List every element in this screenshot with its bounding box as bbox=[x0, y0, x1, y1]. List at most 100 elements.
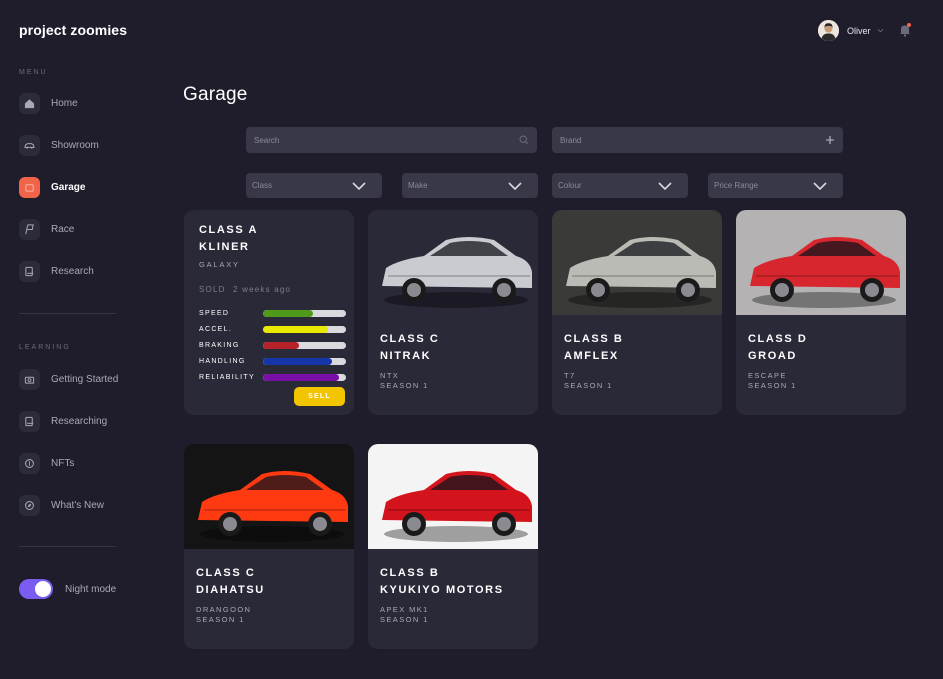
car-name: KYUKIYO MOTORS bbox=[380, 584, 504, 596]
app-logo[interactable]: project zoomies bbox=[19, 22, 127, 38]
stat-fill bbox=[263, 325, 328, 333]
night-mode-label: Night mode bbox=[65, 584, 117, 595]
compass-icon bbox=[19, 494, 40, 516]
car-model: NTX bbox=[380, 371, 400, 380]
sidebar-item-showroom[interactable]: Showroom bbox=[19, 134, 99, 156]
car-card[interactable]: CLASS B AMFLEX T7 SEASON 1 bbox=[552, 210, 722, 415]
chevron-down-icon bbox=[352, 181, 366, 190]
stat-fill bbox=[263, 309, 313, 317]
colour-select-label: Colour bbox=[558, 181, 582, 190]
sidebar-item-label: Home bbox=[51, 97, 78, 109]
stat-braking: BRAKING bbox=[199, 337, 354, 353]
flag-icon bbox=[19, 218, 40, 240]
car-illustration bbox=[750, 237, 900, 308]
car-class: CLASS D bbox=[748, 333, 808, 345]
user-name: Oliver bbox=[847, 25, 871, 36]
price-range-select[interactable]: Price Range bbox=[708, 173, 843, 198]
stat-speed: SPEED bbox=[199, 305, 354, 321]
search-input[interactable] bbox=[254, 135, 519, 145]
user-menu[interactable]: Oliver bbox=[818, 20, 884, 41]
car-card[interactable]: CLASS D GROAD ESCAPE SEASON 1 bbox=[736, 210, 906, 415]
car-season: SEASON 1 bbox=[748, 381, 797, 390]
colour-select[interactable]: Colour bbox=[552, 173, 688, 198]
sidebar-item-label: Race bbox=[51, 223, 75, 235]
stat-bar bbox=[263, 325, 346, 333]
brand-placeholder: Brand bbox=[560, 135, 582, 145]
car-season: SEASON 1 bbox=[380, 615, 429, 624]
sidebar-item-getting-started[interactable]: Getting Started bbox=[19, 368, 118, 390]
search-field[interactable] bbox=[246, 127, 537, 153]
car-card[interactable]: CLASS B KYUKIYO MOTORS APEX MK1 SEASON 1 bbox=[368, 444, 538, 649]
car-card[interactable]: CLASS C NITRAK NTX SEASON 1 bbox=[368, 210, 538, 415]
sold-status: SOLD 2 weeks ago bbox=[199, 285, 354, 294]
sidebar-item-label: Showroom bbox=[51, 139, 99, 151]
stat-label: BRAKING bbox=[199, 341, 240, 349]
car-image bbox=[368, 444, 538, 549]
sidebar-item-home[interactable]: Home bbox=[19, 92, 78, 114]
sold-time: 2 weeks ago bbox=[233, 285, 292, 294]
car-image bbox=[184, 444, 354, 549]
car-card[interactable]: CLASS C DIAHATSU DRANGOON SEASON 1 bbox=[184, 444, 354, 649]
sidebar-item-label: NFTs bbox=[51, 457, 75, 469]
sidebar-item-researching[interactable]: Researching bbox=[19, 410, 107, 432]
research-icon bbox=[19, 410, 40, 432]
sidebar-divider bbox=[19, 546, 116, 547]
camera-icon bbox=[19, 368, 40, 390]
menu-section-label: MENU bbox=[19, 69, 48, 76]
notification-dot bbox=[907, 23, 911, 27]
stat-label: HANDLING bbox=[199, 357, 246, 365]
sold-label: SOLD bbox=[199, 285, 226, 294]
stat-fill bbox=[263, 341, 299, 349]
car-name: DIAHATSU bbox=[196, 584, 265, 596]
plus-icon[interactable] bbox=[825, 135, 835, 145]
stat-label: ACCEL. bbox=[199, 325, 233, 333]
car-season: SEASON 1 bbox=[380, 381, 429, 390]
car-model: T7 bbox=[564, 371, 576, 380]
sidebar-item-nfts[interactable]: NFTs bbox=[19, 452, 74, 474]
sidebar-item-research[interactable]: Research bbox=[19, 260, 94, 282]
stat-fill bbox=[263, 357, 332, 365]
stat-handling: HANDLING bbox=[199, 353, 354, 369]
learning-section-label: LEARNING bbox=[19, 344, 71, 351]
brand-field[interactable]: Brand bbox=[552, 127, 843, 153]
notification-bell-icon[interactable] bbox=[899, 23, 911, 37]
chevron-down-icon bbox=[877, 28, 883, 33]
car-name: AMFLEX bbox=[564, 350, 619, 362]
car-model: APEX MK1 bbox=[380, 605, 429, 614]
stat-bar bbox=[263, 309, 346, 317]
car-name: NITRAK bbox=[380, 350, 432, 362]
car-image bbox=[736, 210, 906, 315]
sidebar-item-race[interactable]: Race bbox=[19, 218, 74, 240]
class-select[interactable]: Class bbox=[246, 173, 382, 198]
sidebar-item-whats-new[interactable]: What's New bbox=[19, 494, 104, 516]
car-season: SEASON 1 bbox=[196, 615, 245, 624]
stat-accel: ACCEL. bbox=[199, 321, 354, 337]
stat-fill bbox=[263, 373, 340, 381]
coin-icon bbox=[19, 452, 40, 474]
stat-reliability: RELIABILITY bbox=[199, 369, 354, 385]
page-title: Garage bbox=[183, 84, 248, 105]
car-class: CLASS C bbox=[380, 333, 440, 345]
sidebar-item-garage[interactable]: Garage bbox=[19, 176, 85, 198]
car-detail-card[interactable]: CLASS A KLINER GALAXY SOLD 2 weeks ago S… bbox=[184, 210, 354, 415]
sidebar-item-label: Garage bbox=[51, 181, 86, 193]
car-image bbox=[552, 210, 722, 315]
chevron-down-icon bbox=[658, 181, 672, 190]
night-mode-toggle[interactable] bbox=[19, 579, 53, 599]
car-season: SEASON 1 bbox=[564, 381, 613, 390]
car-illustration bbox=[566, 237, 716, 308]
car-image bbox=[368, 210, 538, 315]
chevron-down-icon bbox=[508, 181, 522, 190]
car-illustration bbox=[382, 237, 532, 308]
car-class: CLASS B bbox=[380, 567, 440, 579]
car-illustration bbox=[198, 471, 348, 542]
car-model: ESCAPE bbox=[748, 371, 787, 380]
sell-button[interactable]: SELL bbox=[294, 387, 345, 406]
sidebar-divider bbox=[19, 313, 116, 314]
stat-bar bbox=[263, 373, 346, 381]
home-icon bbox=[19, 92, 40, 114]
car-class: CLASS B bbox=[564, 333, 624, 345]
search-icon[interactable] bbox=[519, 135, 529, 145]
make-select[interactable]: Make bbox=[402, 173, 538, 198]
toggle-knob bbox=[35, 581, 51, 597]
